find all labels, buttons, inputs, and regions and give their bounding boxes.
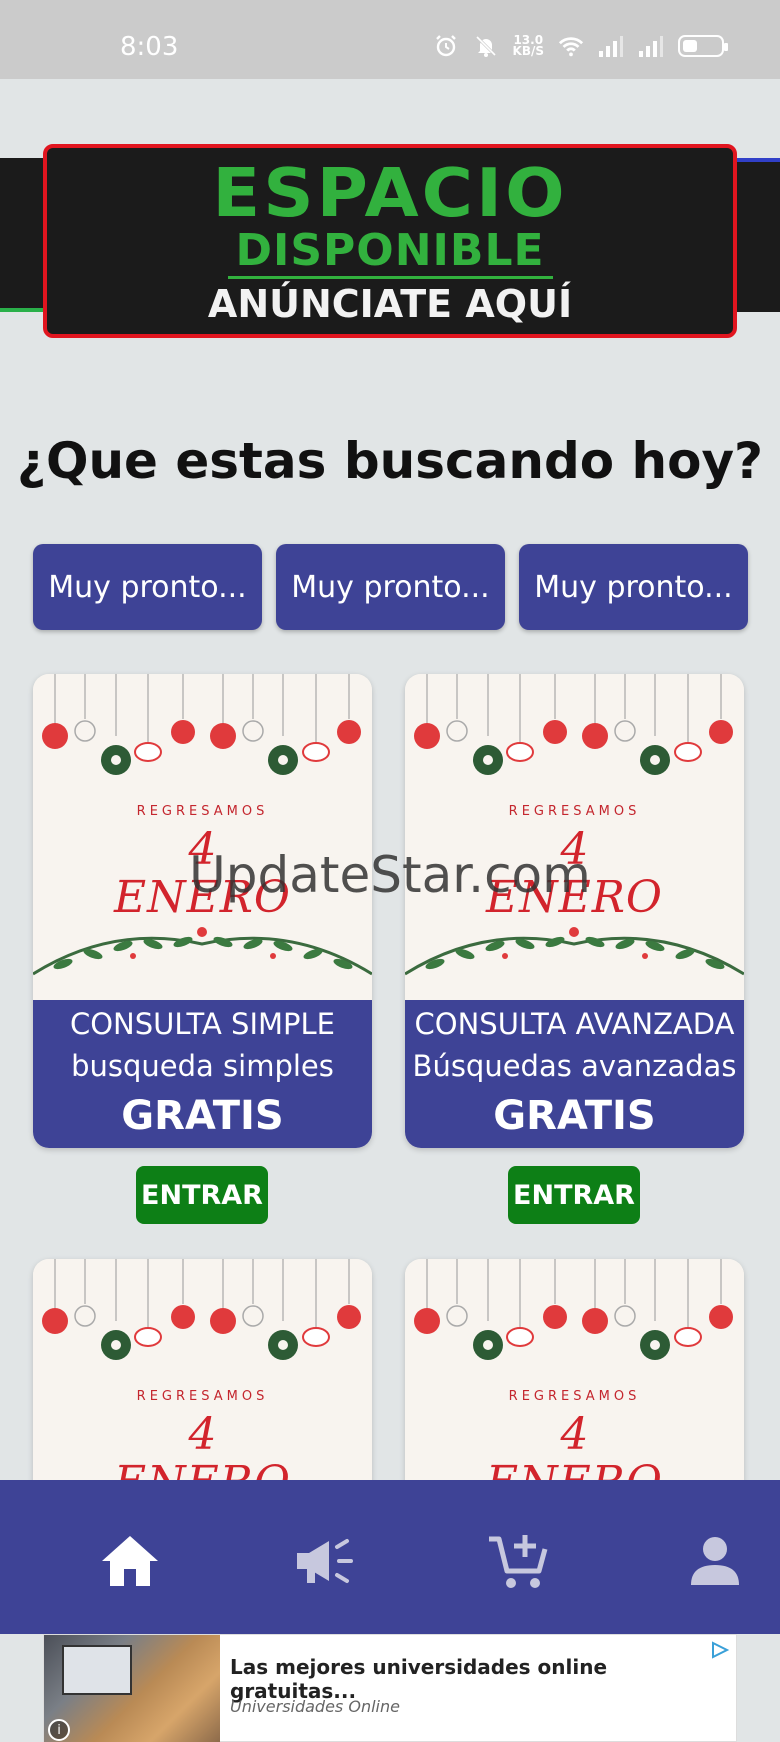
- festive-card-art: REGRESAMOS 4 ENERO: [405, 674, 744, 1000]
- card-art-label: REGRESAMOS: [136, 804, 269, 819]
- service-card-advanced[interactable]: REGRESAMOS 4 ENERO CONSULTA AVANZADA Bús…: [405, 674, 744, 1148]
- nav-promotions[interactable]: [291, 1528, 357, 1594]
- bottom-nav: [0, 1480, 780, 1634]
- quick-button-3[interactable]: Muy pronto...: [519, 544, 748, 630]
- adchoices-icon[interactable]: [710, 1641, 730, 1659]
- signal-icon: [598, 34, 624, 58]
- nav-home[interactable]: [97, 1528, 163, 1594]
- banner-line3: ANÚNCIATE AQUÍ: [207, 282, 573, 326]
- card-art-label: REGRESAMOS: [508, 1389, 641, 1404]
- ad-title: Las mejores universidades online gratuit…: [230, 1655, 608, 1703]
- card-price: GRATIS: [121, 1093, 284, 1139]
- card-art-day: 4: [188, 1409, 217, 1460]
- card-subtitle: Búsquedas avanzadas: [412, 1049, 737, 1083]
- banner-line1: ESPACIO: [212, 154, 568, 232]
- network-speed: 13.0 KB/S: [512, 34, 544, 58]
- bell-off-icon: [473, 34, 499, 58]
- entrar-button-advanced[interactable]: ENTRAR: [508, 1166, 640, 1224]
- card-title: CONSULTA SIMPLE: [69, 1007, 336, 1041]
- status-bar: 8:03 13.0 KB/S: [0, 0, 780, 79]
- card-info: CONSULTA SIMPLE busqueda simples GRATIS: [33, 1000, 372, 1148]
- home-icon: [102, 1536, 158, 1586]
- watermark: UpdateStar.com: [189, 846, 591, 904]
- ad-subtitle: Universidades Online: [230, 1697, 400, 1716]
- info-icon[interactable]: i: [48, 1719, 70, 1741]
- nav-profile[interactable]: [682, 1528, 748, 1594]
- service-card-simple[interactable]: REGRESAMOS 4 ENERO CONSULTA SIMPLE busqu…: [33, 674, 372, 1148]
- banner-divider: [227, 276, 553, 279]
- card-info: CONSULTA AVANZADA Búsquedas avanzadas GR…: [405, 1000, 744, 1148]
- page-title: ¿Que estas buscando hoy?: [16, 432, 764, 490]
- card-price: GRATIS: [493, 1093, 656, 1139]
- ad-unit[interactable]: i Las mejores universidades online gratu…: [43, 1634, 737, 1742]
- entrar-button-simple[interactable]: ENTRAR: [136, 1166, 268, 1224]
- quick-button-1[interactable]: Muy pronto...: [33, 544, 262, 630]
- battery-icon: [678, 35, 728, 57]
- card-art-day: 4: [560, 1409, 589, 1460]
- speed-unit: KB/S: [512, 44, 544, 58]
- status-time: 8:03: [120, 32, 179, 62]
- card-art-label: REGRESAMOS: [508, 804, 641, 819]
- cart-add-icon: [489, 1535, 548, 1588]
- quick-button-2[interactable]: Muy pronto...: [276, 544, 505, 630]
- megaphone-icon: [297, 1539, 353, 1583]
- banner-line2: DISPONIBLE: [235, 225, 545, 276]
- card-subtitle: busqueda simples: [71, 1049, 334, 1083]
- ad-image: i: [44, 1635, 220, 1742]
- festive-card-art: REGRESAMOS 4 ENERO: [33, 674, 372, 1000]
- user-icon: [691, 1537, 739, 1585]
- card-title: CONSULTA AVANZADA: [414, 1007, 735, 1041]
- status-icons: 13.0 KB/S: [433, 34, 728, 58]
- alarm-icon: [433, 34, 459, 58]
- card-art-label: REGRESAMOS: [136, 1389, 269, 1404]
- nav-cart[interactable]: [485, 1528, 551, 1594]
- signal-icon: [638, 34, 664, 58]
- wifi-icon: [558, 34, 584, 58]
- ad-banner[interactable]: ESPACIO DISPONIBLE ANÚNCIATE AQUÍ: [43, 144, 737, 338]
